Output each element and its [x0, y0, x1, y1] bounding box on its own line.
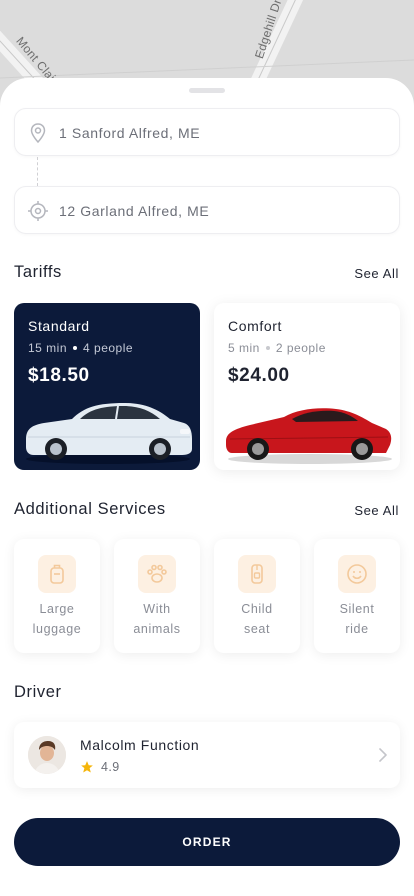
service-label: Large: [39, 602, 75, 616]
tariff-name: Comfort: [228, 318, 282, 334]
luggage-icon: [38, 555, 76, 593]
child-seat-icon: [238, 555, 276, 593]
tariff-price: $18.50: [28, 365, 90, 386]
tariff-capacity: 2 people: [275, 341, 326, 355]
paw-icon: [138, 555, 176, 593]
service-label: Silent: [339, 602, 375, 616]
driver-card[interactable]: Malcolm Function 4.9: [14, 722, 400, 788]
service-label: With: [143, 602, 171, 616]
service-option-silent-ride[interactable]: Silent ride: [314, 539, 400, 653]
tariff-time: 5 min: [228, 341, 260, 355]
sheet-drag-handle[interactable]: [189, 88, 225, 93]
pin-icon: [30, 123, 46, 144]
tariffs-heading: Tariffs: [14, 263, 62, 281]
separator-dot: [265, 345, 270, 350]
destination-location-field[interactable]: 12 Garland Alfred, ME: [14, 186, 400, 234]
star-icon: [81, 761, 93, 773]
tariff-price: $24.00: [228, 365, 290, 386]
service-label: ride: [345, 622, 369, 636]
tariff-capacity: 4 people: [83, 341, 134, 355]
smile-icon: [338, 555, 376, 593]
tariff-name: Standard: [28, 318, 90, 334]
sports-car-image: [226, 408, 392, 464]
service-option-large-luggage[interactable]: Large luggage: [14, 539, 100, 653]
pickup-address: 1 Sanford Alfred, ME: [59, 125, 201, 141]
driver-heading: Driver: [14, 683, 62, 701]
chevron-right-icon: [379, 748, 387, 762]
tariff-meta: 5 min 2 people: [228, 341, 326, 355]
avatar: [28, 736, 66, 774]
service-label: animals: [133, 622, 181, 636]
bottom-sheet: 1 Sanford Alfred, ME 12 Garland Alfred, …: [0, 78, 414, 896]
service-option-with-animals[interactable]: With animals: [114, 539, 200, 653]
service-label: Child: [241, 602, 273, 616]
service-label: luggage: [32, 622, 82, 636]
route-connector: [37, 157, 39, 186]
driver-rating: 4.9: [101, 760, 120, 774]
order-button[interactable]: ORDER: [14, 818, 400, 866]
services-heading: Additional Services: [14, 500, 166, 518]
tariff-meta: 15 min 4 people: [28, 341, 133, 355]
driver-name: Malcolm Function: [80, 737, 200, 753]
sedan-car-image: [26, 403, 192, 464]
tariff-card-standard[interactable]: Standard 15 min 4 people $18.50: [14, 303, 200, 470]
pickup-location-field[interactable]: 1 Sanford Alfred, ME: [14, 108, 400, 156]
services-see-all-link[interactable]: See All: [354, 503, 399, 518]
tariffs-see-all-link[interactable]: See All: [354, 266, 399, 281]
service-option-child-seat[interactable]: Child seat: [214, 539, 300, 653]
tariff-card-comfort[interactable]: Comfort 5 min 2 people $24.00: [214, 303, 400, 470]
destination-address: 12 Garland Alfred, ME: [59, 203, 210, 219]
tariff-time: 15 min: [28, 341, 68, 355]
service-label: seat: [243, 622, 271, 636]
target-icon: [28, 201, 48, 221]
separator-dot: [73, 345, 78, 350]
